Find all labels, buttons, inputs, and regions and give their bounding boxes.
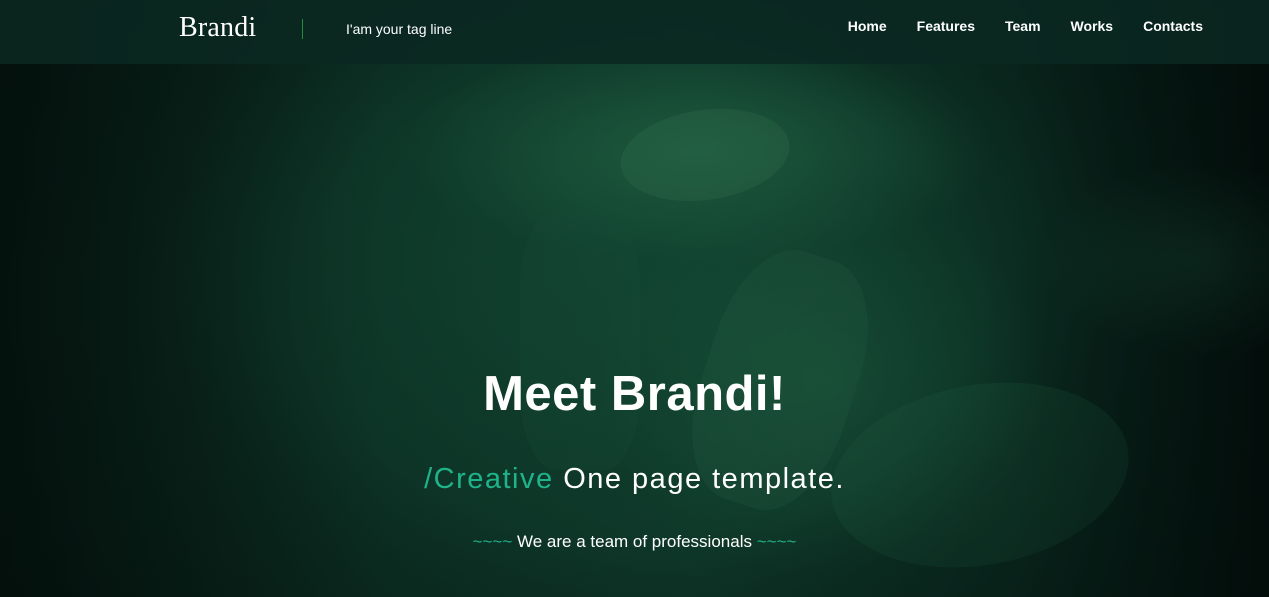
logo-divider <box>302 19 303 39</box>
nav-item-features[interactable]: Features <box>917 18 975 34</box>
hero-title: Meet Brandi! <box>483 367 786 421</box>
hero-subtitle-accent: /Creative <box>424 463 554 495</box>
navbar: Brandi I'am your tag line Home Features … <box>0 0 1269 64</box>
tilde-decoration-left: ~~~~ <box>472 532 513 551</box>
hero-subtitle-text: One page template. <box>563 463 845 495</box>
tagline: I'am your tag line <box>346 21 453 37</box>
nav-item-works[interactable]: Works <box>1071 18 1114 34</box>
hero-team-text: We are a team of professionals <box>517 532 752 551</box>
nav-item-team[interactable]: Team <box>1005 18 1041 34</box>
tilde-decoration-right: ~~~~ <box>756 532 797 551</box>
nav-item-contacts[interactable]: Contacts <box>1143 18 1203 34</box>
main-nav: Home Features Team Works Contacts <box>818 18 1203 34</box>
hero-subtitle: /Creative One page template. <box>0 463 1269 496</box>
hero-vignette <box>0 0 1269 597</box>
hero-team-line: ~~~~ We are a team of professionals ~~~~ <box>0 532 1269 552</box>
logo[interactable]: Brandi <box>179 12 256 44</box>
nav-item-home[interactable]: Home <box>848 18 887 34</box>
